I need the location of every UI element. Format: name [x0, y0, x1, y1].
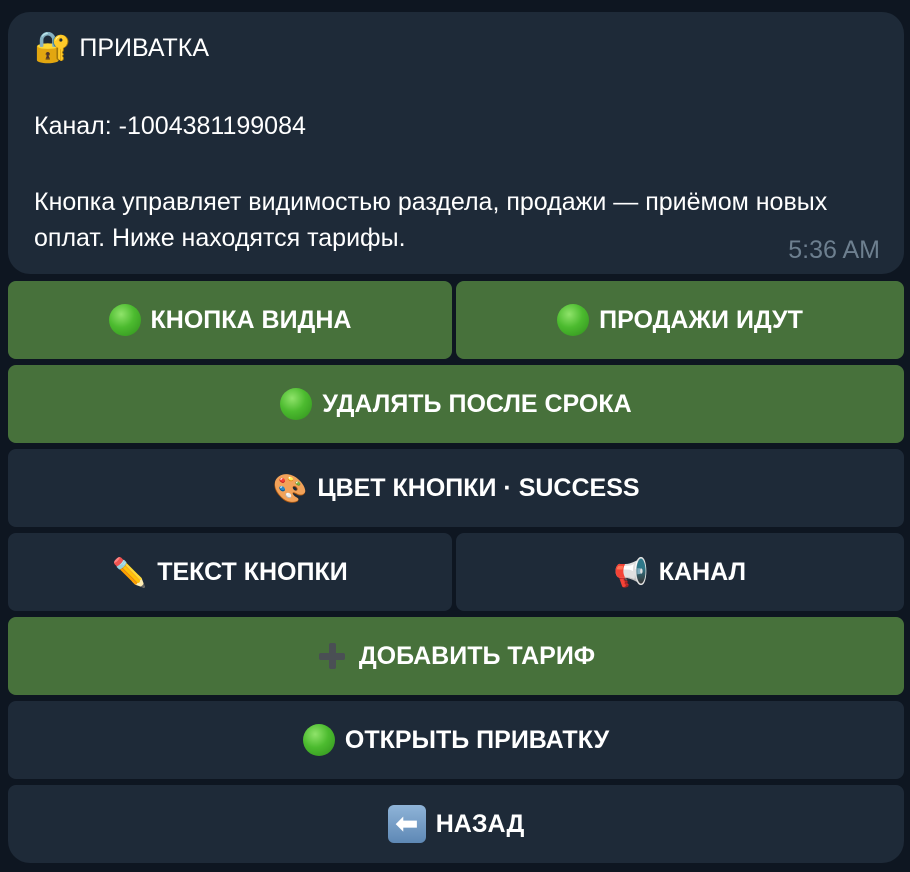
message-bubble: 🔐 ПРИВАТКА Канал: -1004381199084 Кнопка …	[8, 12, 904, 274]
button-visible-toggle[interactable]: КНОПКА ВИДНА	[8, 281, 452, 359]
plus-icon	[317, 641, 347, 671]
open-private-button[interactable]: ОТКРЫТЬ ПРИВАТКУ	[8, 701, 904, 779]
channel-label: КАНАЛ	[658, 557, 747, 586]
message-channel-line: Канал: -1004381199084	[34, 112, 306, 140]
sales-toggle-button[interactable]: ПРОДАЖИ ИДУТ	[456, 281, 904, 359]
button-color-label: ЦВЕТ КНОПКИ · SUCCESS	[317, 473, 640, 502]
back-label: НАЗАД	[435, 809, 525, 838]
megaphone-icon: 📢	[613, 556, 649, 588]
green-circle-icon	[280, 388, 313, 420]
button-text-button[interactable]: ✏️ ТЕКСТ КНОПКИ	[8, 533, 452, 611]
button-color-button[interactable]: 🎨 ЦВЕТ КНОПКИ · SUCCESS	[8, 449, 904, 527]
add-tariff-label: ДОБАВИТЬ ТАРИФ	[358, 641, 596, 670]
green-circle-icon	[302, 724, 335, 756]
add-tariff-button[interactable]: ДОБАВИТЬ ТАРИФ	[8, 617, 904, 695]
delete-after-term-label: УДАЛЯТЬ ПОСЛЕ СРОКА	[322, 389, 632, 418]
pencil-icon: ✏️	[112, 556, 148, 588]
message-timestamp: 5:36 AM	[788, 236, 880, 264]
lock-key-icon: 🔐	[34, 31, 72, 64]
sales-toggle-label: ПРОДАЖИ ИДУТ	[599, 305, 803, 334]
green-circle-icon	[108, 304, 141, 336]
button-text-label: ТЕКСТ КНОПКИ	[157, 557, 348, 586]
button-visible-label: КНОПКА ВИДНА	[150, 305, 352, 334]
back-button[interactable]: ⬅ НАЗАД	[8, 785, 904, 863]
message-description: Кнопка управляет видимостью раздела, про…	[34, 188, 828, 252]
back-arrow-icon: ⬅	[387, 805, 426, 843]
open-private-label: ОТКРЫТЬ ПРИВАТКУ	[344, 725, 610, 754]
delete-after-term-button[interactable]: УДАЛЯТЬ ПОСЛЕ СРОКА	[8, 365, 904, 443]
message-title: 🔐 ПРИВАТКА	[34, 30, 209, 66]
green-circle-icon	[557, 304, 590, 336]
channel-button[interactable]: 📢 КАНАЛ	[456, 533, 904, 611]
palette-icon: 🎨	[272, 472, 308, 504]
message-title-text: ПРИВАТКА	[79, 34, 210, 62]
